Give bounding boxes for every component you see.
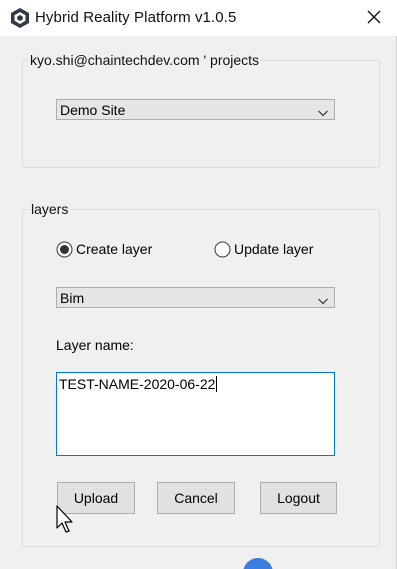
update-layer-label: Update layer [234,241,314,257]
title-bar[interactable]: Hybrid Reality Platform v1.0.5 [0,0,397,36]
create-layer-label: Create layer [76,241,153,257]
layer-name-input[interactable]: TEST-NAME-2020-06-22 [56,372,335,456]
update-layer-radio[interactable]: Update layer [214,239,313,259]
radio-checked-icon [56,241,73,258]
taskbar-orb-icon [243,558,273,569]
app-logo-icon [9,7,31,29]
mouse-pointer-icon [56,505,76,535]
close-icon [366,9,382,28]
text-caret [216,376,218,392]
layer-type-value: Bim [60,290,85,306]
layer-type-select[interactable]: Bim [56,287,335,308]
create-layer-radio[interactable]: Create layer [56,239,152,259]
radio-unchecked-icon [214,241,231,258]
site-select-value: Demo Site [60,102,126,118]
site-select[interactable]: Demo Site [56,99,335,120]
projects-group-label: kyo.shi@chaintechdev.com ' projects [28,52,262,68]
layers-group-label: layers [29,201,71,217]
layer-name-label: Layer name: [56,337,134,353]
chevron-down-icon [317,105,329,117]
logout-button[interactable]: Logout [260,482,337,514]
window-title: Hybrid Reality Platform v1.0.5 [35,9,237,26]
cancel-button[interactable]: Cancel [157,482,235,514]
app-window: Hybrid Reality Platform v1.0.5 kyo.shi@c… [0,0,397,569]
close-button[interactable] [351,0,397,36]
chevron-down-icon [317,293,329,305]
layer-name-text: TEST-NAME-2020-06-22 [59,376,218,392]
